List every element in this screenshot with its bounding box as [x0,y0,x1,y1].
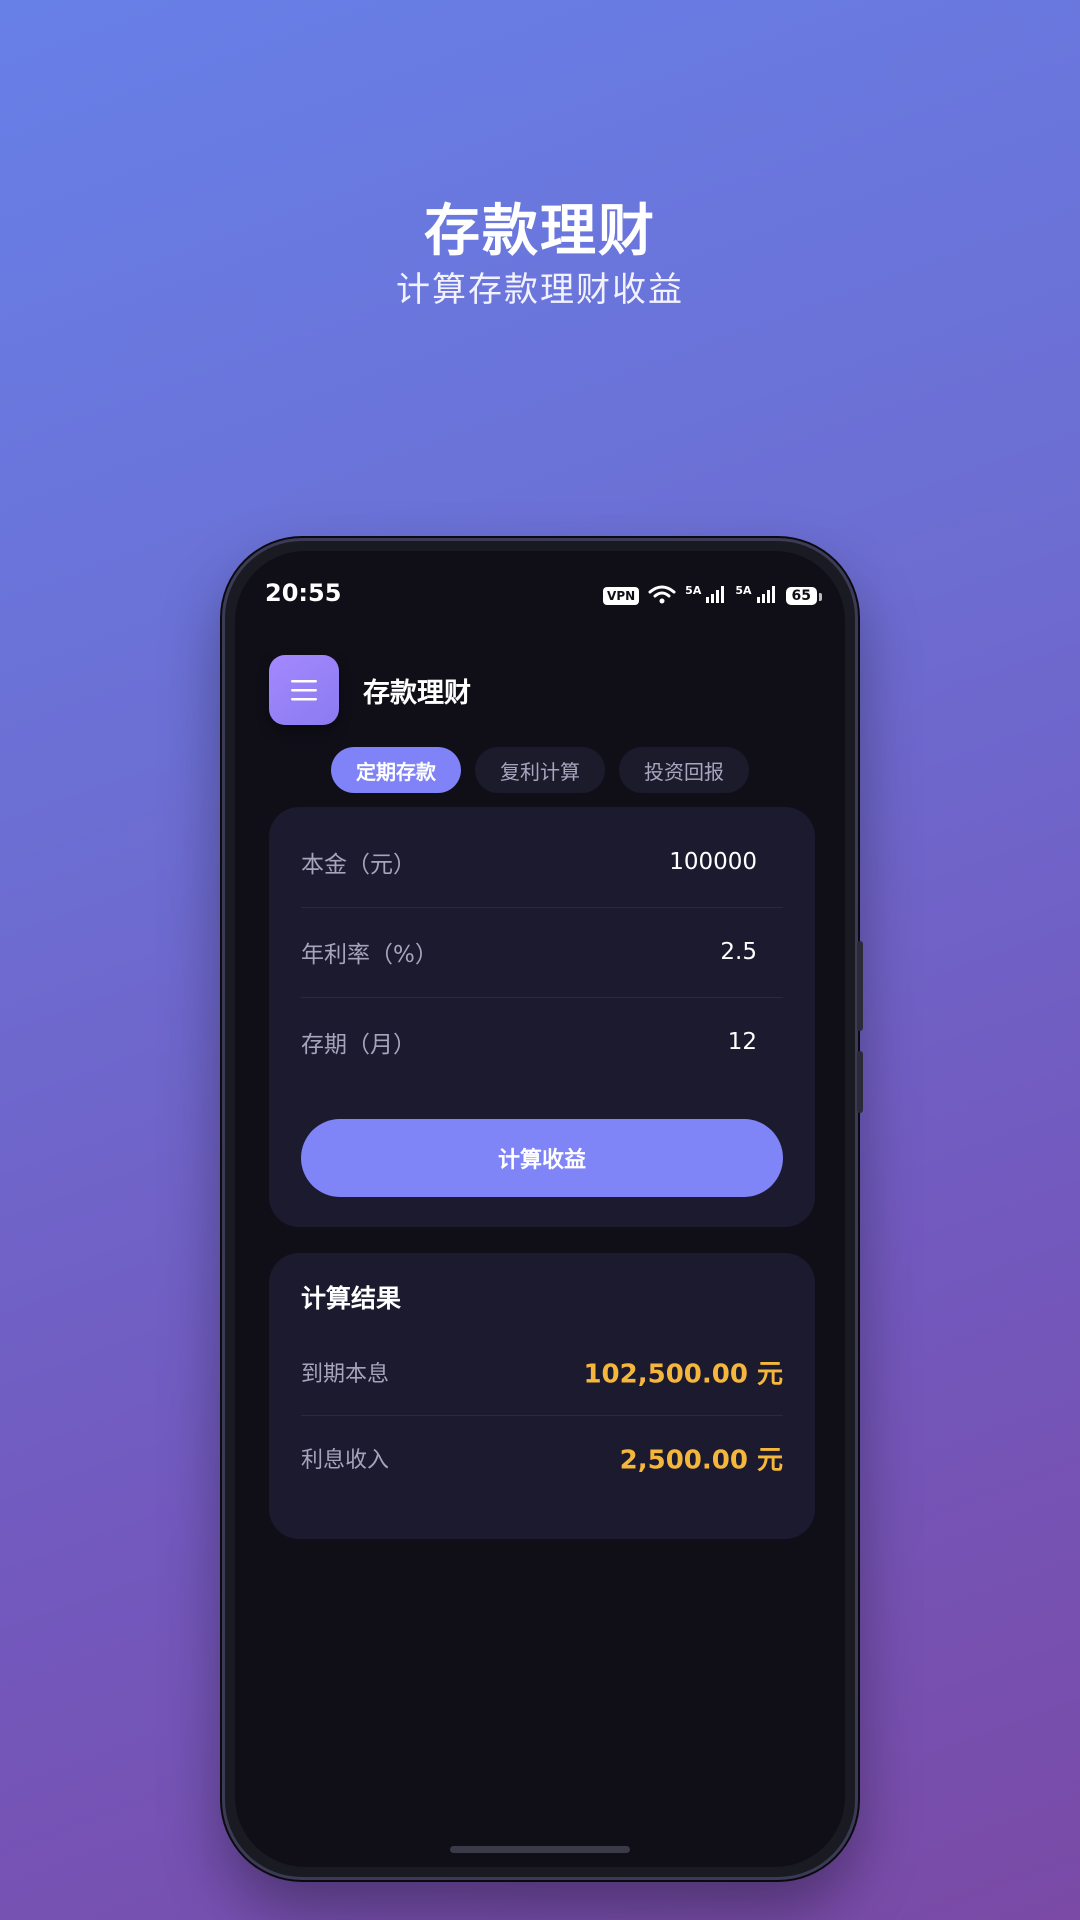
tab-compound-interest[interactable]: 复利计算 [475,747,605,793]
interest-income-row: 利息收入 2,500.00 元 [301,1415,783,1501]
menu-button[interactable] [269,655,339,725]
maturity-amount-row: 到期本息 102,500.00 元 [301,1329,783,1416]
interest-income-label: 利息收入 [301,1448,390,1473]
promo-subtitle: 计算存款理财收益 [396,270,684,310]
wifi-icon [647,583,677,609]
status-time: 20:55 [265,579,342,607]
tab-fixed-deposit[interactable]: 定期存款 [331,747,461,793]
annual-rate-label: 年利率（%） [301,942,438,968]
phone-screen: 20:55 VPN 5A 5A 65 存款理财 定期存款 复利计算 投资回报 本… [235,551,845,1867]
status-icons: VPN 5A 5A 65 [603,583,823,609]
maturity-amount-value: 102,500.00 元 [583,1359,783,1390]
result-heading: 计算结果 [301,1284,402,1313]
term-row: 存期（月） 12 [301,997,783,1087]
status-bar: 20:55 VPN 5A 5A 65 [235,579,845,613]
calculate-button[interactable]: 计算收益 [301,1119,783,1197]
deposit-form-card: 本金（元） 100000 年利率（%） 2.5 存期（月） 12 计算收益 [269,807,815,1227]
menu-icon [289,678,319,702]
principal-label: 本金（元） [301,852,416,878]
maturity-amount-label: 到期本息 [301,1362,390,1387]
term-label: 存期（月） [301,1032,416,1058]
annual-rate-input[interactable]: 2.5 [720,939,757,965]
principal-row: 本金（元） 100000 [301,817,783,908]
term-input[interactable]: 12 [728,1029,757,1055]
vpn-badge: VPN [603,587,640,605]
network-type-label-1: 5A [685,583,702,597]
annual-rate-row: 年利率（%） 2.5 [301,907,783,998]
signal-icon-1 [705,585,727,607]
promo-title: 存款理财 [424,199,656,264]
phone-frame: 20:55 VPN 5A 5A 65 存款理财 定期存款 复利计算 投资回报 本… [222,538,863,1880]
result-card: 计算结果 到期本息 102,500.00 元 利息收入 2,500.00 元 [269,1253,815,1539]
app-title: 存款理财 [363,678,471,709]
tab-investment-return[interactable]: 投资回报 [619,747,749,793]
interest-income-value: 2,500.00 元 [619,1445,783,1476]
tab-bar: 定期存款 复利计算 投资回报 [235,747,845,793]
principal-input[interactable]: 100000 [669,849,757,875]
network-type-label-2: 5A [735,583,752,597]
home-indicator[interactable] [450,1846,630,1853]
power-button [857,1051,863,1113]
battery-icon: 65 [785,587,823,605]
signal-icon-2 [756,585,778,607]
volume-button [857,941,863,1031]
